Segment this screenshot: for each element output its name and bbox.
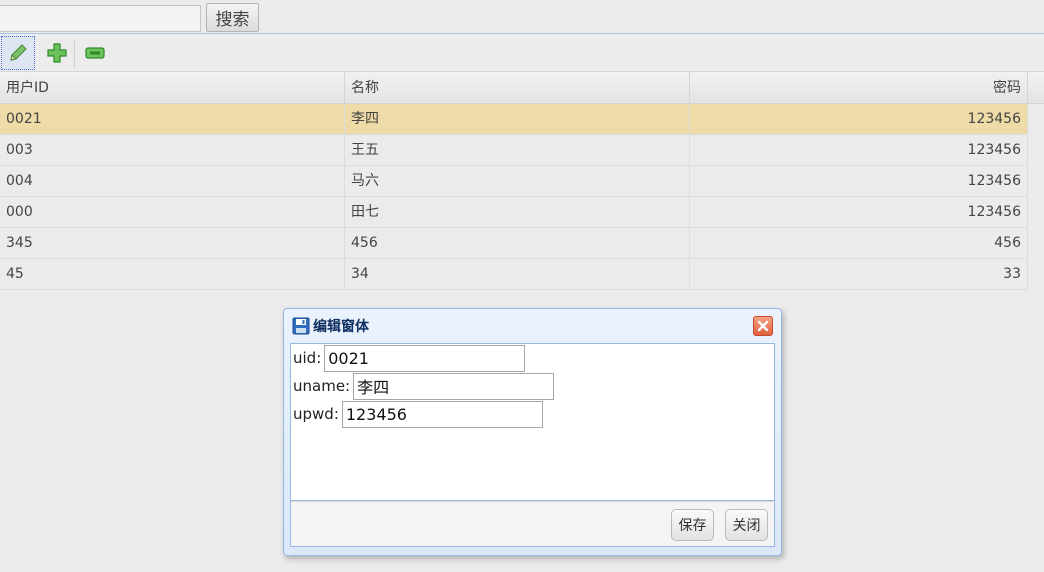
cell-password: 123456 [690,104,1028,134]
cell-user-id: 345 [0,228,345,258]
dialog-form: uid: uname: upwd: [290,343,775,501]
cell-user-id: 004 [0,166,345,196]
save-button[interactable]: 保存 [671,509,714,541]
table-row[interactable]: 345 456 456 [0,228,1044,259]
row-filler [1028,197,1044,228]
cell-name: 田七 [345,197,690,227]
search-bar: 搜索 [0,0,1044,34]
upwd-input[interactable] [341,400,543,428]
upwd-field-row: upwd: [293,400,543,428]
row-filler [1028,166,1044,197]
cell-password: 123456 [690,197,1028,227]
search-input[interactable] [0,5,201,32]
cell-name: 李四 [345,104,690,134]
cell-name: 456 [345,228,690,258]
edit-button[interactable] [1,36,35,70]
toolbar-separator [74,40,75,68]
dialog-title-bar[interactable]: 编辑窗体 [292,315,369,337]
column-header-user-id[interactable]: 用户ID [0,72,345,104]
cell-name: 王五 [345,135,690,165]
uid-input[interactable] [324,344,526,372]
close-icon [757,320,769,332]
cell-password: 123456 [690,166,1028,196]
uid-label: uid: [293,349,322,367]
dialog-footer: 保存 关闭 [290,501,775,547]
cell-user-id: 003 [0,135,345,165]
upwd-label: upwd: [293,405,339,423]
uname-label: uname: [293,377,351,395]
floppy-disk-save-icon [292,317,310,335]
column-header-password[interactable]: 密码 [690,72,1028,104]
table-row[interactable]: 000 田七 123456 [0,197,1044,228]
row-filler [1028,259,1044,290]
close-button[interactable]: 关闭 [725,509,768,541]
cell-name: 34 [345,259,690,289]
table-header: 用户ID 名称 密码 [0,72,1044,104]
row-filler [1028,104,1044,135]
toolbar [0,34,1044,72]
table-row[interactable]: 0021 李四 123456 [0,104,1044,135]
user-table: 用户ID 名称 密码 0021 李四 123456 003 王五 123456 … [0,72,1044,290]
column-header-filler [1028,72,1044,104]
edit-dialog: 编辑窗体 uid: uname: upwd: 保存 关闭 [283,308,782,556]
cell-password: 33 [690,259,1028,289]
row-filler [1028,228,1044,259]
cell-name: 马六 [345,166,690,196]
pencil-edit-icon [10,44,27,61]
uid-field-row: uid: [293,344,526,372]
dialog-close-button[interactable] [753,316,773,336]
table-row[interactable]: 004 马六 123456 [0,166,1044,197]
row-filler [1028,135,1044,166]
cell-user-id: 0021 [0,104,345,134]
dialog-title: 编辑窗体 [313,319,369,335]
table-row[interactable]: 45 34 33 [0,259,1044,290]
cell-password: 123456 [690,135,1028,165]
remove-button[interactable] [78,36,112,70]
uname-field-row: uname: [293,372,555,400]
cell-user-id: 000 [0,197,345,227]
plus-add-icon [47,43,67,63]
minus-remove-icon [85,47,105,59]
cell-password: 456 [690,228,1028,258]
table-row[interactable]: 003 王五 123456 [0,135,1044,166]
uname-input[interactable] [353,372,555,400]
cell-user-id: 45 [0,259,345,289]
column-header-name[interactable]: 名称 [345,72,690,104]
search-button[interactable]: 搜索 [206,3,259,32]
add-button[interactable] [40,36,74,70]
